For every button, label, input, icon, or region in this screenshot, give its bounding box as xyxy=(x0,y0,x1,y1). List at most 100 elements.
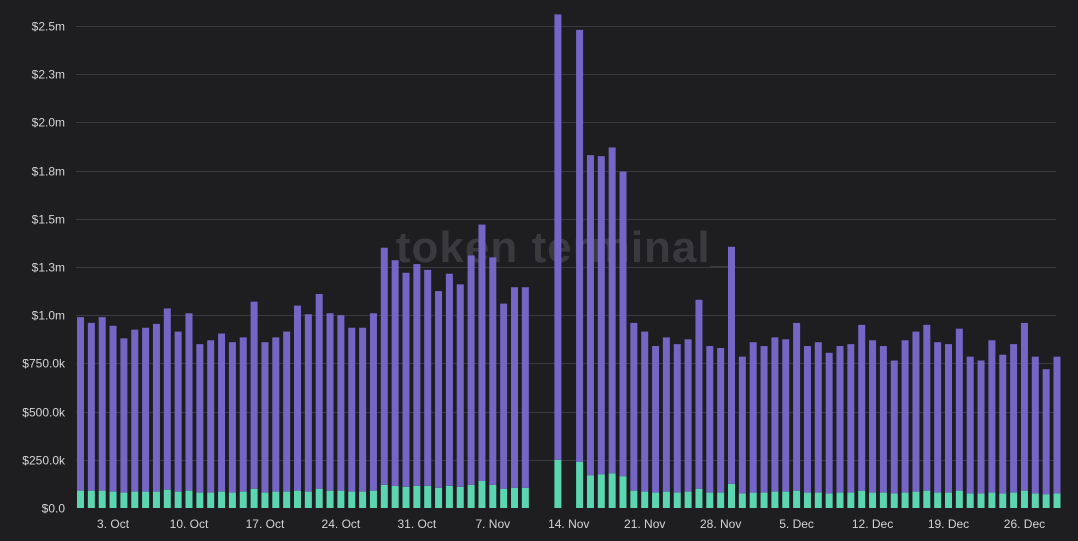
bar-segment-top xyxy=(413,264,421,486)
y-tick-label: $0.0 xyxy=(42,502,66,516)
bar-segment-top xyxy=(923,324,931,491)
bar-segment-top xyxy=(511,287,518,488)
bar-segment-top xyxy=(445,273,453,486)
bar-segment-bottom xyxy=(652,492,660,508)
bar-segment-top xyxy=(782,339,790,492)
bar-segment-bottom xyxy=(717,492,725,508)
bar-segment-top xyxy=(98,317,106,491)
bar-segment-top xyxy=(977,360,985,494)
bar-segment-top xyxy=(77,317,84,491)
bar-segment-bottom xyxy=(684,491,692,508)
x-tick-label: 19. Dec xyxy=(928,517,969,531)
bar-segment-top xyxy=(131,329,139,492)
bar-segment-bottom xyxy=(803,492,811,508)
bar-segment-top xyxy=(109,325,117,492)
bar-segment-bottom xyxy=(760,492,768,508)
bar-segment-bottom xyxy=(597,474,605,508)
bar-segment-bottom xyxy=(554,459,562,508)
bar-segment-top xyxy=(728,246,735,484)
bar-segment-top xyxy=(999,354,1007,494)
bar-segment-bottom xyxy=(836,492,844,508)
bar-segment-bottom xyxy=(109,491,117,508)
bar-segment-top xyxy=(706,346,714,493)
bar-segment-top xyxy=(152,323,160,492)
bar-segment-bottom xyxy=(456,486,464,508)
bar-segment-top xyxy=(945,344,952,493)
bar-segment-top xyxy=(424,269,432,486)
bar-segment-top xyxy=(239,337,247,492)
bar-segment-bottom xyxy=(945,492,952,508)
bar-segment-bottom xyxy=(228,492,236,508)
bar-segment-top xyxy=(228,342,236,493)
bar-segment-top xyxy=(858,324,866,491)
bar-segment-top xyxy=(684,339,692,492)
bar-segment-bottom xyxy=(619,476,627,508)
bar-segment-bottom xyxy=(478,481,486,508)
bar-segment-bottom xyxy=(87,490,95,508)
bar-segment-bottom xyxy=(435,487,443,508)
x-tick-label: 7. Nov xyxy=(475,517,510,531)
x-tick-label: 3. Oct xyxy=(97,517,130,531)
bar-segment-top xyxy=(304,314,312,492)
bar-segment-bottom xyxy=(912,491,920,508)
bar-segment-top xyxy=(402,272,410,487)
bar-segment-top xyxy=(521,287,529,488)
bar-segment-top xyxy=(218,333,226,492)
bar-segment-bottom xyxy=(1042,494,1050,508)
bar-segment-bottom xyxy=(424,485,432,508)
x-tick-label: 26. Dec xyxy=(1004,517,1045,531)
bar-segment-top xyxy=(608,147,616,474)
bar-segment-bottom xyxy=(847,492,855,508)
bar-segment-bottom xyxy=(467,484,475,508)
bar-segment-bottom xyxy=(283,491,291,508)
x-tick-label: 24. Oct xyxy=(322,517,361,531)
bar-segment-top xyxy=(619,171,627,477)
bar-segment-bottom xyxy=(369,490,377,508)
bar-segment-bottom xyxy=(337,490,345,508)
bar-segment-top xyxy=(749,342,757,493)
bar-segment-bottom xyxy=(706,492,714,508)
bar-segment-bottom xyxy=(348,491,356,508)
bar-segment-top xyxy=(174,331,182,492)
bar-segment-top xyxy=(369,313,377,491)
bar-segment-bottom xyxy=(163,489,171,508)
bar-segment-top xyxy=(597,156,605,475)
bar-segment-top xyxy=(391,260,399,486)
bar-segment-top xyxy=(955,328,963,491)
bar-segment-bottom xyxy=(315,488,323,508)
bar-segment-top xyxy=(250,301,258,489)
bar-segment-bottom xyxy=(1010,492,1018,508)
bar-segment-top xyxy=(641,331,649,492)
bar-segment-top xyxy=(814,342,822,493)
bar-segment-bottom xyxy=(1031,493,1039,508)
bar-segment-bottom xyxy=(641,491,649,508)
bar-segment-top xyxy=(1042,369,1050,495)
x-tick-label: 28. Nov xyxy=(700,517,741,531)
y-tick-label: $1.0m xyxy=(32,309,65,323)
bar-segment-top xyxy=(738,356,746,494)
bar-segment-bottom xyxy=(207,492,215,508)
bar-segment-bottom xyxy=(77,490,84,508)
bar-segment-bottom xyxy=(239,491,247,508)
bar-segment-bottom xyxy=(923,490,931,508)
bar-segment-bottom xyxy=(934,492,942,508)
bar-segment-top xyxy=(359,327,367,492)
bar-segment-top xyxy=(576,29,584,462)
bar-segment-bottom xyxy=(1020,490,1028,508)
bar-segment-top xyxy=(554,14,562,460)
bar-segment-top xyxy=(120,338,128,493)
bar-segment-bottom xyxy=(174,491,182,508)
bar-segment-bottom xyxy=(294,490,301,508)
bar-segment-top xyxy=(901,340,909,493)
watermark-text: token terminal_ xyxy=(396,223,736,272)
bar-segment-bottom xyxy=(586,475,594,508)
bar-segment-top xyxy=(1020,322,1028,491)
bar-segment-top xyxy=(283,331,291,492)
bar-segment-top xyxy=(869,340,877,493)
bar-segment-bottom xyxy=(576,461,584,508)
bar-segment-top xyxy=(272,337,280,492)
bar-segment-bottom xyxy=(901,492,909,508)
bar-segment-top xyxy=(1031,356,1039,494)
bar-segment-top xyxy=(261,342,269,493)
y-tick-label: $2.3m xyxy=(32,68,65,82)
